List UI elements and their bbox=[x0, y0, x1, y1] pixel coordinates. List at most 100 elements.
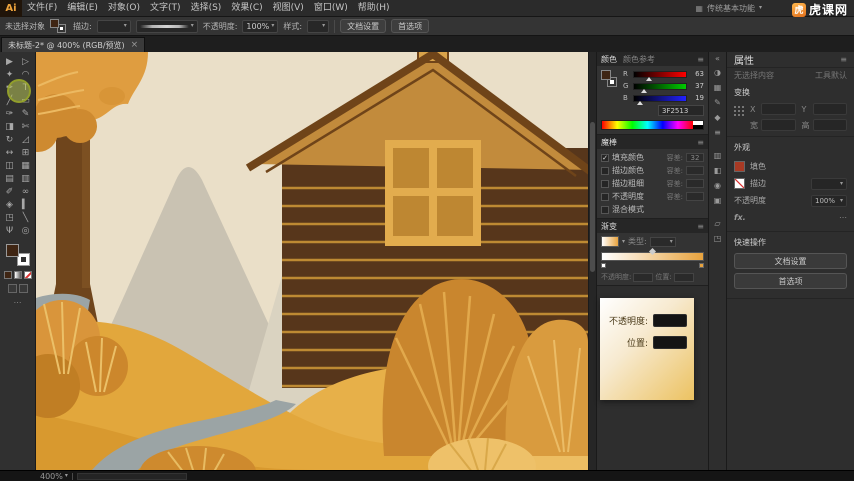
height-field[interactable] bbox=[813, 119, 848, 131]
menu-item-effect[interactable]: 效果(C) bbox=[226, 0, 267, 17]
more-options-icon[interactable]: ⋯ bbox=[839, 213, 847, 222]
menu-item-select[interactable]: 选择(S) bbox=[186, 0, 227, 17]
menu-item-file[interactable]: 文件(F) bbox=[22, 0, 62, 17]
y-field[interactable] bbox=[813, 103, 848, 115]
hex-value-field[interactable]: 3F2513 bbox=[658, 105, 704, 116]
checkbox[interactable]: ✓ bbox=[601, 154, 609, 162]
panel-menu-icon[interactable]: ≡ bbox=[840, 55, 847, 64]
tolerance-field[interactable]: 32 bbox=[686, 153, 704, 162]
scissors-tool[interactable]: ✄ bbox=[18, 120, 34, 133]
expand-panels-icon[interactable]: « bbox=[715, 54, 720, 64]
line-segment-tool[interactable]: ╱ bbox=[2, 94, 18, 107]
tab-gradient[interactable]: 渐变 bbox=[601, 221, 617, 232]
tolerance-field[interactable] bbox=[686, 192, 704, 201]
screen-mode-button[interactable]: ⋯ bbox=[14, 298, 22, 307]
dock-appearance-panel-icon[interactable]: ◉ bbox=[711, 179, 725, 192]
gradient-tool[interactable]: ▥ bbox=[18, 172, 34, 185]
reference-point-selector[interactable] bbox=[734, 106, 745, 117]
draw-normal-icon[interactable] bbox=[8, 284, 17, 293]
panel-menu-icon[interactable]: ≡ bbox=[697, 138, 704, 147]
menu-item-window[interactable]: 窗口(W) bbox=[309, 0, 353, 17]
gradient-swatch[interactable] bbox=[601, 236, 619, 247]
red-value[interactable]: 63 bbox=[690, 70, 704, 78]
pen-tool[interactable]: ✒ bbox=[2, 81, 18, 94]
pencil-tool[interactable]: ✎ bbox=[18, 107, 34, 120]
none-mode-button[interactable] bbox=[24, 271, 32, 279]
menu-item-type[interactable]: 文字(T) bbox=[145, 0, 186, 17]
direct-selection-tool[interactable]: ▷ bbox=[18, 55, 34, 68]
scrollbar-thumb[interactable] bbox=[590, 122, 595, 272]
width-field[interactable] bbox=[761, 119, 796, 131]
close-icon[interactable]: × bbox=[131, 40, 139, 50]
shape-builder-tool[interactable]: ◫ bbox=[2, 159, 18, 172]
rotate-tool[interactable]: ↻ bbox=[2, 133, 18, 146]
dock-gradient-panel-icon[interactable]: ▥ bbox=[711, 149, 725, 162]
properties-title[interactable]: 属性 bbox=[734, 52, 754, 67]
artboard-tool[interactable]: ◳ bbox=[2, 211, 18, 224]
callout-location-field[interactable] bbox=[653, 336, 687, 349]
artwork-canvas[interactable] bbox=[36, 52, 588, 470]
type-tool[interactable]: T bbox=[18, 81, 34, 94]
fill-color-swatch[interactable] bbox=[6, 244, 19, 257]
stroke-weight-select[interactable]: ▾ bbox=[97, 20, 131, 33]
zoom-tool[interactable]: ◎ bbox=[18, 224, 34, 237]
x-field[interactable] bbox=[761, 103, 796, 115]
opacity-select[interactable]: 100% ▾ bbox=[242, 20, 278, 33]
free-transform-tool[interactable]: ⊞ bbox=[18, 146, 34, 159]
callout-opacity-field[interactable] bbox=[653, 314, 687, 327]
app-logo[interactable]: Ai bbox=[0, 0, 22, 17]
dock-graphic-styles-panel-icon[interactable]: ▣ bbox=[711, 194, 725, 207]
dock-stroke-panel-icon[interactable]: ≡ bbox=[711, 126, 725, 139]
blue-slider[interactable] bbox=[633, 95, 687, 102]
dock-brushes-panel-icon[interactable]: ✎ bbox=[711, 96, 725, 109]
checkbox[interactable] bbox=[601, 167, 609, 175]
eraser-tool[interactable]: ◨ bbox=[2, 120, 18, 133]
gradient-stop-right[interactable] bbox=[699, 263, 704, 268]
effects-button[interactable]: fx. bbox=[734, 213, 746, 222]
hand-tool[interactable]: Ψ bbox=[2, 224, 18, 237]
draw-behind-icon[interactable] bbox=[19, 284, 28, 293]
column-graph-tool[interactable]: ▍ bbox=[18, 198, 34, 211]
brush-definition-select[interactable]: ▾ bbox=[136, 20, 198, 33]
menu-item-object[interactable]: 对象(O) bbox=[103, 0, 145, 17]
tab-color-guide[interactable]: 颜色参考 bbox=[623, 54, 655, 65]
workspace-switcher[interactable]: ▦ 传统基本功能 ▾ bbox=[695, 3, 762, 14]
tolerance-field[interactable] bbox=[686, 179, 704, 188]
blend-tool[interactable]: ∞ bbox=[18, 185, 34, 198]
gradient-mode-button[interactable] bbox=[14, 271, 22, 279]
color-spectrum-bar[interactable] bbox=[601, 120, 704, 130]
dock-layers-panel-icon[interactable]: ▱ bbox=[711, 217, 725, 230]
dock-transparency-panel-icon[interactable]: ◧ bbox=[711, 164, 725, 177]
blue-value[interactable]: 19 bbox=[690, 94, 704, 102]
menu-item-view[interactable]: 视图(V) bbox=[268, 0, 309, 17]
document-tab[interactable]: 未标题-2* @ 400% (RGB/预览) × bbox=[1, 37, 145, 52]
zoom-control[interactable]: 400% ▾ bbox=[40, 472, 68, 481]
gradient-stop-left[interactable] bbox=[601, 263, 606, 268]
gradient-location-field[interactable] bbox=[674, 273, 694, 282]
fill-stroke-control[interactable] bbox=[5, 243, 31, 267]
chevron-down-icon[interactable]: ▾ bbox=[622, 239, 625, 245]
vertical-scrollbar[interactable] bbox=[588, 52, 596, 470]
color-fill-stroke-indicator[interactable] bbox=[601, 70, 619, 94]
selection-tool[interactable]: ▶ bbox=[2, 55, 18, 68]
tab-color[interactable]: 颜色 bbox=[601, 54, 617, 65]
green-slider[interactable] bbox=[633, 83, 687, 90]
menu-item-help[interactable]: 帮助(H) bbox=[353, 0, 395, 17]
dock-swatches-panel-icon[interactable]: ▦ bbox=[711, 81, 725, 94]
fill-stroke-indicator[interactable] bbox=[50, 19, 68, 34]
panel-menu-icon[interactable]: ≡ bbox=[697, 222, 704, 231]
paintbrush-tool[interactable]: ✑ bbox=[2, 107, 18, 120]
checkbox[interactable] bbox=[601, 206, 609, 214]
panel-menu-icon[interactable]: ≡ bbox=[697, 55, 704, 64]
dock-color-panel-icon[interactable]: ◑ bbox=[711, 66, 725, 79]
eyedropper-tool[interactable]: ✐ bbox=[2, 185, 18, 198]
mesh-tool[interactable]: ▤ bbox=[2, 172, 18, 185]
scale-tool[interactable]: ◿ bbox=[18, 133, 34, 146]
stroke-weight-field[interactable]: ▾ bbox=[811, 178, 847, 190]
dock-artboards-panel-icon[interactable]: ◳ bbox=[711, 232, 725, 245]
slice-tool[interactable]: ╲ bbox=[18, 211, 34, 224]
document-setup-button[interactable]: 文档设置 bbox=[734, 253, 847, 269]
opacity-field[interactable]: 100% ▾ bbox=[811, 195, 847, 207]
lasso-tool[interactable]: ◠ bbox=[18, 68, 34, 81]
checkbox[interactable] bbox=[601, 193, 609, 201]
